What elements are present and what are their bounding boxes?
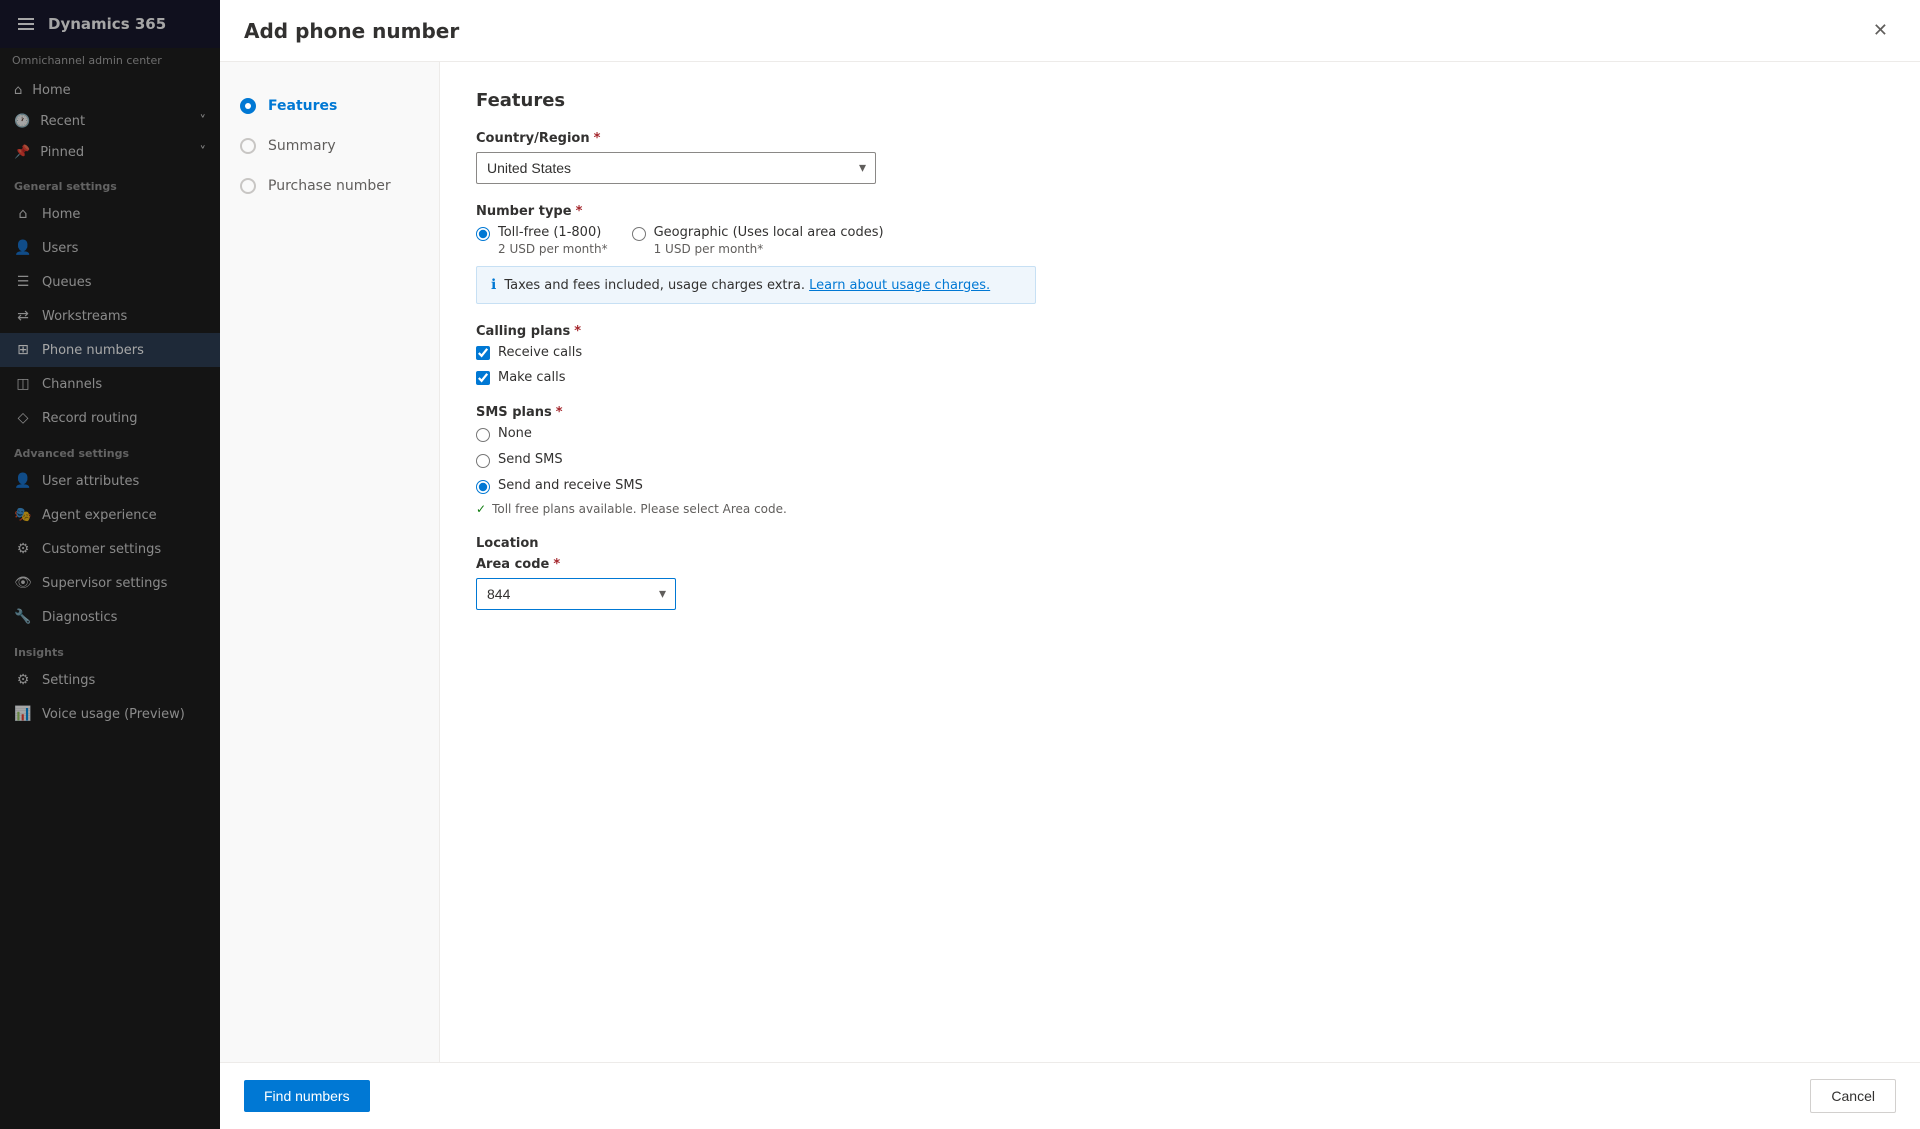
number-type-toll-free[interactable]: Toll-free (1-800) 2 USD per month* [476,225,608,256]
location-group: Location Area code * 844 800 855 866 877 [476,536,1884,610]
sms-send-label: Send SMS [498,452,563,467]
learn-usage-charges-link[interactable]: Learn about usage charges. [809,278,990,293]
sms-send-receive-radio[interactable] [476,480,490,494]
info-box-text: Taxes and fees included, usage charges e… [504,278,990,293]
sms-none-label: None [498,426,532,441]
step-circle-features [240,98,256,114]
modal-footer-right: Cancel [1810,1079,1896,1113]
toll-free-radio[interactable] [476,227,490,241]
sms-plans-group: SMS plans * None Send SMS Send and recei… [476,405,1884,516]
sms-none-option[interactable]: None [476,426,1884,442]
step-label-purchase: Purchase number [268,178,391,194]
area-code-select-wrapper: 844 800 855 866 877 888 [476,578,676,610]
add-phone-number-modal: Add phone number ✕ Features Summary Purc… [220,0,1920,1129]
step-circle-purchase [240,178,256,194]
make-calls-label: Make calls [498,370,566,385]
step-label-summary: Summary [268,138,336,154]
geographic-label: Geographic (Uses local area codes) [654,225,884,240]
required-marker: * [553,557,560,572]
receive-calls-option[interactable]: Receive calls [476,345,1884,360]
required-marker: * [574,324,581,339]
modal-header: Add phone number ✕ [220,0,1920,62]
make-calls-option[interactable]: Make calls [476,370,1884,385]
sms-note-text: Toll free plans available. Please select… [492,502,787,516]
sms-note-row: ✓ Toll free plans available. Please sele… [476,502,1884,516]
step-summary[interactable]: Summary [220,126,439,166]
usage-info-box: ℹ Taxes and fees included, usage charges… [476,266,1036,304]
step-label-features: Features [268,98,337,114]
toll-free-sublabel: 2 USD per month* [498,242,608,256]
area-code-group: Area code * 844 800 855 866 877 888 [476,557,1884,610]
country-region-group: Country/Region * United States Canada Un… [476,131,1884,184]
modal-title: Add phone number [244,19,459,43]
modal-close-button[interactable]: ✕ [1865,16,1896,45]
info-circle-icon: ℹ [491,277,496,293]
make-calls-checkbox[interactable] [476,371,490,385]
calling-plans-group: Calling plans * Receive calls Make calls [476,324,1884,385]
geographic-sublabel: 1 USD per month* [654,242,884,256]
find-numbers-button[interactable]: Find numbers [244,1080,370,1112]
geographic-radio[interactable] [632,227,646,241]
country-region-label: Country/Region * [476,131,1884,146]
number-type-geographic[interactable]: Geographic (Uses local area codes) 1 USD… [632,225,884,256]
receive-calls-label: Receive calls [498,345,582,360]
toll-free-label: Toll-free (1-800) [498,225,608,240]
number-type-label: Number type * [476,204,1884,219]
modal-body: Features Summary Purchase number Feature… [220,62,1920,1062]
modal-form-content: Features Country/Region * United States … [440,62,1920,1062]
country-region-select[interactable]: United States Canada United Kingdom [476,152,876,184]
sms-send-option[interactable]: Send SMS [476,452,1884,468]
required-marker: * [594,131,601,146]
number-type-radio-group: Toll-free (1-800) 2 USD per month* Geogr… [476,225,1884,256]
area-code-label: Area code * [476,557,1884,572]
sms-plans-radio-group: None Send SMS Send and receive SMS [476,426,1884,494]
geographic-option-content: Geographic (Uses local area codes) 1 USD… [654,225,884,256]
location-label: Location [476,536,1884,551]
country-region-select-wrapper: United States Canada United Kingdom [476,152,876,184]
sms-send-receive-label: Send and receive SMS [498,478,643,493]
calling-plans-checkboxes: Receive calls Make calls [476,345,1884,385]
required-marker: * [576,204,583,219]
modal-footer: Find numbers Cancel [220,1062,1920,1129]
form-section-title: Features [476,90,1884,111]
sms-send-radio[interactable] [476,454,490,468]
toll-free-option-content: Toll-free (1-800) 2 USD per month* [498,225,608,256]
modal-steps-panel: Features Summary Purchase number [220,62,440,1062]
area-code-select[interactable]: 844 800 855 866 877 888 [476,578,676,610]
step-features[interactable]: Features [220,86,439,126]
receive-calls-checkbox[interactable] [476,346,490,360]
sms-none-radio[interactable] [476,428,490,442]
sms-plans-label: SMS plans * [476,405,1884,420]
cancel-button[interactable]: Cancel [1810,1079,1896,1113]
required-marker: * [556,405,563,420]
step-purchase[interactable]: Purchase number [220,166,439,206]
check-icon: ✓ [476,502,486,516]
calling-plans-label: Calling plans * [476,324,1884,339]
modal-footer-left: Find numbers [244,1080,370,1112]
number-type-group: Number type * Toll-free (1-800) 2 USD pe… [476,204,1884,304]
sms-send-receive-option[interactable]: Send and receive SMS [476,478,1884,494]
step-circle-summary [240,138,256,154]
